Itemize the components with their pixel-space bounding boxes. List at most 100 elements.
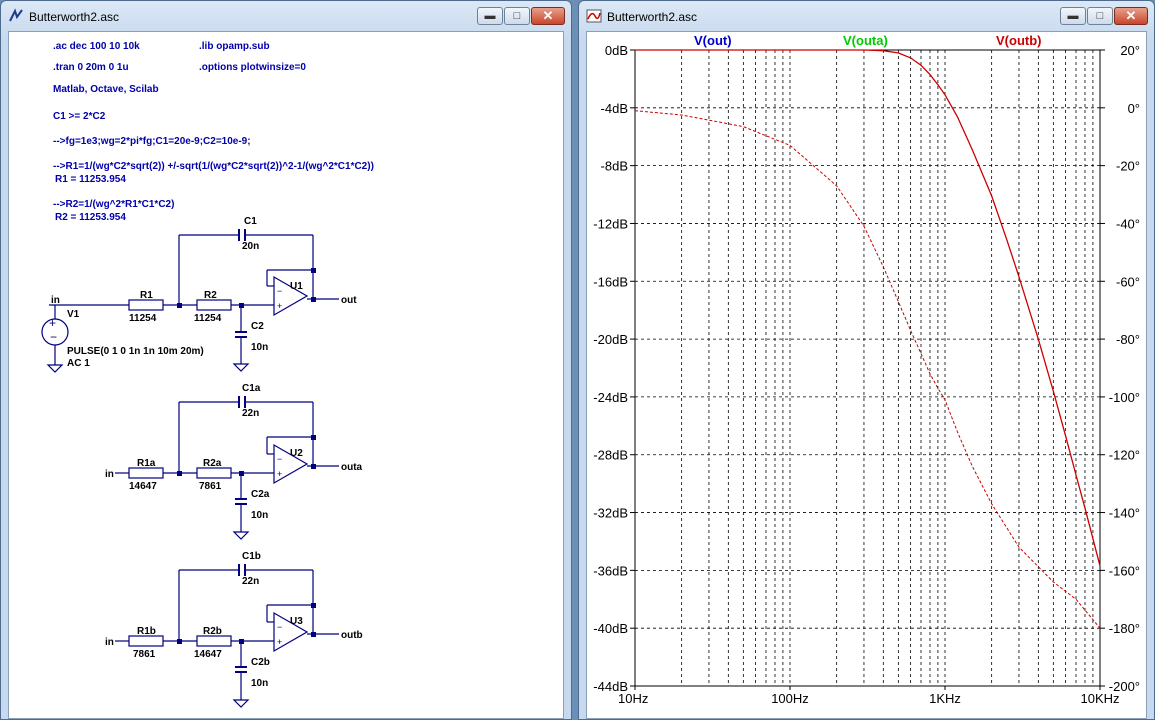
c2a-name[interactable]: C2a: [251, 489, 270, 500]
comment-line1[interactable]: -->fg=1e3;wg=2*pi*fg;C1=20e-9;C2=10e-9;: [53, 136, 251, 147]
right-tick-label: -80°: [1116, 332, 1140, 347]
left-tick-label: 0dB: [605, 43, 628, 58]
v1-minus-sign: −: [50, 330, 57, 344]
x-tick-label: 100Hz: [771, 691, 809, 706]
c1-name[interactable]: C1: [244, 216, 257, 227]
directive-lib[interactable]: .lib opamp.sub: [199, 41, 270, 52]
trace-outb-magnitude: [635, 49, 1101, 567]
u1-plus-input: +: [277, 301, 282, 311]
comment-line2[interactable]: -->R1=1/(wg*C2*sqrt(2)) +/-sqrt(1/(wg*C2…: [53, 161, 374, 172]
c2-value[interactable]: 10n: [251, 342, 268, 353]
ground-symbol: [232, 363, 250, 372]
left-tick-label: -24dB: [593, 390, 628, 405]
r1-name[interactable]: R1: [140, 290, 153, 301]
x-tick-label: 10KHz: [1080, 691, 1119, 706]
resistor-r1[interactable]: [128, 299, 164, 311]
plot-frame: [634, 49, 1101, 687]
outa-label[interactable]: outa: [341, 462, 363, 473]
c2-name[interactable]: C2: [251, 321, 264, 332]
comment-c-condition[interactable]: C1 >= 2*C2: [53, 111, 106, 122]
u1-minus-input: −: [277, 286, 282, 296]
directive-tran[interactable]: .tran 0 20m 0 1u: [53, 62, 129, 73]
left-tick-label: -4dB: [601, 101, 628, 116]
resistor-r2b[interactable]: [196, 635, 232, 647]
left-tick-label: -36dB: [593, 563, 628, 578]
right-tick-label: 20°: [1120, 43, 1140, 58]
r1-value[interactable]: 11254: [129, 313, 157, 324]
out-label[interactable]: out: [341, 295, 357, 306]
c1a-name[interactable]: C1a: [242, 383, 261, 394]
trace-label-out[interactable]: V(out): [694, 33, 732, 48]
comment-tools[interactable]: Matlab, Octave, Scilab: [53, 84, 159, 95]
u1-name[interactable]: U1: [290, 281, 303, 292]
u2-name[interactable]: U2: [290, 448, 303, 459]
r2-value[interactable]: 11254: [194, 313, 222, 324]
resistor-r2[interactable]: [196, 299, 232, 311]
c1-in-label[interactable]: in: [51, 295, 60, 306]
left-tick-label: -20dB: [593, 332, 628, 347]
r1b-value[interactable]: 7861: [133, 649, 156, 660]
plot-close-button[interactable]: ✕: [1114, 7, 1148, 25]
c2b-name[interactable]: C2b: [251, 657, 270, 668]
resistor-r1a[interactable]: [128, 467, 164, 479]
comment-r2-result[interactable]: R2 = 11253.954: [55, 212, 126, 223]
r1a-name[interactable]: R1a: [137, 458, 156, 469]
right-tick-label: -160°: [1109, 563, 1140, 578]
schematic-titlebar[interactable]: Butterworth2.asc ▬ □ ✕: [1, 1, 571, 31]
plot-titlebar[interactable]: Butterworth2.asc ▬ □ ✕: [579, 1, 1154, 31]
schematic-canvas[interactable]: .ac dec 100 10 10k .lib opamp.sub .tran …: [8, 31, 564, 719]
right-axis-ticks: 20° 0° -20° -40° -60° -80° -100° -120° -140° -160…: [1100, 43, 1140, 694]
r2a-name[interactable]: R2a: [203, 458, 222, 469]
directive-options[interactable]: .options plotwinsize=0: [199, 62, 306, 73]
directive-ac[interactable]: .ac dec 100 10 10k: [53, 41, 140, 52]
x-tick-label: 1KHz: [929, 691, 961, 706]
schematic-close-button[interactable]: ✕: [531, 7, 565, 25]
c3-in-label[interactable]: in: [105, 637, 114, 648]
plot-pane[interactable]: 0dB -4dB -8dB -12dB -16dB -20dB -24dB -28dB -32d…: [586, 31, 1147, 719]
c2a-value[interactable]: 10n: [251, 510, 268, 521]
r2-name[interactable]: R2: [204, 290, 217, 301]
schematic-minimize-button[interactable]: ▬: [477, 7, 503, 25]
right-tick-label: -180°: [1109, 621, 1140, 636]
schematic-maximize-button[interactable]: □: [504, 7, 530, 25]
c2-in-label[interactable]: in: [105, 469, 114, 480]
left-tick-label: -40dB: [593, 621, 628, 636]
schematic-window: Butterworth2.asc ▬ □ ✕ .ac dec 100 10 10…: [0, 0, 572, 720]
schematic-drawing[interactable]: .ac dec 100 10 10k .lib opamp.sub .tran …: [9, 32, 564, 719]
c1b-name[interactable]: C1b: [242, 551, 261, 562]
right-tick-label: -100°: [1109, 390, 1140, 405]
c2b-value[interactable]: 10n: [251, 678, 268, 689]
r1b-name[interactable]: R1b: [137, 626, 156, 637]
v1-ac[interactable]: AC 1: [67, 358, 90, 369]
c1-value[interactable]: 20n: [242, 241, 259, 252]
r2b-value[interactable]: 14647: [194, 649, 222, 660]
u3-name[interactable]: U3: [290, 616, 303, 627]
resistor-r2a[interactable]: [196, 467, 232, 479]
plot-minimize-button[interactable]: ▬: [1060, 7, 1086, 25]
trace-label-outb[interactable]: V(outb): [996, 33, 1041, 48]
v1-name[interactable]: V1: [67, 309, 80, 320]
plot-maximize-button[interactable]: □: [1087, 7, 1113, 25]
c1a-value[interactable]: 22n: [242, 408, 259, 419]
bode-plot[interactable]: 0dB -4dB -8dB -12dB -16dB -20dB -24dB -28dB -32d…: [587, 32, 1147, 719]
r2b-name[interactable]: R2b: [203, 626, 222, 637]
plot-window-title: Butterworth2.asc: [607, 10, 698, 24]
outb-label[interactable]: outb: [341, 630, 363, 641]
left-axis-ticks: 0dB -4dB -8dB -12dB -16dB -20dB -24dB -28dB -32d…: [593, 43, 635, 694]
r2a-value[interactable]: 7861: [199, 481, 222, 492]
left-tick-label: -32dB: [593, 506, 628, 521]
left-tick-label: -28dB: [593, 448, 628, 463]
r1a-value[interactable]: 14647: [129, 481, 157, 492]
u3-minus-input: −: [277, 622, 282, 632]
comment-line3[interactable]: -->R2=1/(wg^2*R1*C1*C2): [53, 199, 174, 210]
right-tick-label: -40°: [1116, 216, 1140, 231]
v1-value[interactable]: PULSE(0 1 0 1n 1n 10m 20m): [67, 346, 204, 357]
trace-label-outa[interactable]: V(outa): [843, 33, 888, 48]
left-tick-label: -16dB: [593, 274, 628, 289]
comment-r1-result[interactable]: R1 = 11253.954: [55, 174, 126, 185]
right-tick-label: -140°: [1109, 506, 1140, 521]
resistor-r1b[interactable]: [128, 635, 164, 647]
ltspice-icon: [9, 8, 23, 22]
v1-plus-sign: +: [49, 316, 56, 330]
c1b-value[interactable]: 22n: [242, 576, 259, 587]
